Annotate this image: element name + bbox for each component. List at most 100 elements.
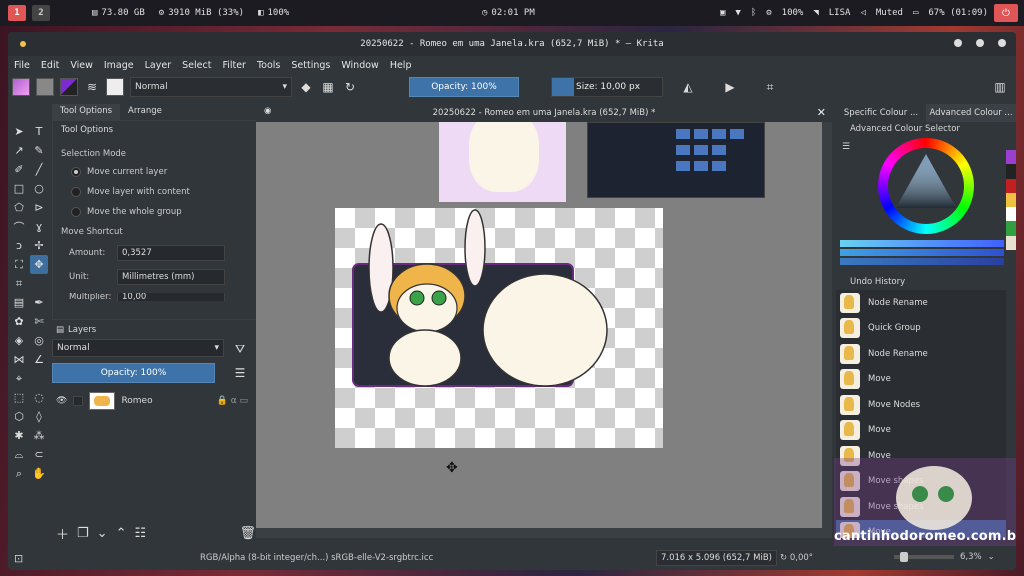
reference-image-2[interactable] xyxy=(587,122,765,198)
tab-specific-colour[interactable]: Specific Colour ... xyxy=(836,104,926,122)
line-tool-icon[interactable]: ╱ xyxy=(30,160,48,179)
edit-shapes-tool-icon[interactable]: ↗ xyxy=(10,141,28,160)
bezier-selection-tool-icon[interactable]: ⌓ xyxy=(10,445,28,464)
close-document-icon[interactable]: ✕ xyxy=(817,106,826,119)
reload-preset-icon[interactable]: ↻ xyxy=(342,79,358,95)
multibrush-tool-icon[interactable]: ✢ xyxy=(30,236,48,255)
colour-history[interactable] xyxy=(1006,150,1016,250)
polyline-tool-icon[interactable]: ⊳ xyxy=(30,198,48,217)
elliptical-selection-tool-icon[interactable]: ◌ xyxy=(30,388,48,407)
menu-help[interactable]: Help xyxy=(390,60,412,71)
layers-blend-select[interactable]: Normal ▾ xyxy=(52,339,224,357)
alpha-lock-icon[interactable]: ▦ xyxy=(320,79,336,95)
colour-slider-2[interactable] xyxy=(840,249,1004,256)
list-item[interactable]: Node Rename xyxy=(836,290,1006,316)
window-menu-dot-icon[interactable] xyxy=(20,41,26,47)
move-layer-up-icon[interactable]: ⌃ xyxy=(116,526,127,541)
blend-mode-select[interactable]: Normal ▾ xyxy=(130,77,292,97)
crop-tool-icon[interactable]: ⌗ xyxy=(10,274,28,293)
polygonal-selection-tool-icon[interactable]: ⬡ xyxy=(10,407,28,426)
rotation-status[interactable]: ↻ 0,00° xyxy=(780,553,813,563)
select-shapes-tool-icon[interactable]: ➤ xyxy=(10,122,28,141)
horizontal-scrollbar[interactable] xyxy=(256,528,832,538)
color-picker-tool-icon[interactable]: ✒ xyxy=(30,293,48,312)
menu-filter[interactable]: Filter xyxy=(222,60,246,71)
measure-tool-icon[interactable]: ∠ xyxy=(30,350,48,369)
layer-row[interactable]: 👁 Romeo 🔒 α ▭ xyxy=(52,388,260,414)
mode-move-current-layer[interactable]: Move current layer xyxy=(71,167,251,177)
colour-slider-3[interactable] xyxy=(840,258,1004,265)
tab-tool-options[interactable]: Tool Options xyxy=(52,104,121,120)
list-item[interactable]: Move xyxy=(836,367,1006,393)
size-slider[interactable]: Size: 10,00 px xyxy=(551,77,663,97)
vertical-scrollbar[interactable] xyxy=(822,122,832,528)
close-window-button[interactable] xyxy=(998,39,1006,47)
freehand-path-tool-icon[interactable]: ɣ xyxy=(30,217,48,236)
bezier-tool-icon[interactable]: ⌒ xyxy=(10,217,28,236)
tab-arrange[interactable]: Arrange xyxy=(120,104,170,120)
layer-properties-icon[interactable]: ☷ xyxy=(134,526,146,541)
mode-move-layer-with-content[interactable]: Move layer with content xyxy=(71,187,251,197)
tab-advanced-colour[interactable]: Advanced Colour ... xyxy=(926,104,1016,122)
filter-icon[interactable]: ⛛ xyxy=(232,341,248,357)
menu-tools[interactable]: Tools xyxy=(257,60,280,71)
reference-image-1[interactable] xyxy=(439,122,566,202)
zoom-control[interactable]: 6,3% ⌄ xyxy=(894,552,1014,562)
contiguous-selection-tool-icon[interactable]: ✱ xyxy=(10,426,28,445)
menu-image[interactable]: Image xyxy=(104,60,134,71)
opacity-slider[interactable]: Opacity: 100% xyxy=(409,77,519,97)
image-size-status[interactable]: 7.016 x 5.096 (652,7 MiB) xyxy=(656,550,777,566)
list-item[interactable]: Quick Group xyxy=(836,316,1006,342)
colour-slider-1[interactable] xyxy=(840,240,1004,247)
ellipse-tool-icon[interactable]: ○ xyxy=(30,179,48,198)
freehand-selection-tool-icon[interactable]: ◊ xyxy=(30,407,48,426)
magnetic-selection-tool-icon[interactable]: ⊂ xyxy=(30,445,48,464)
multiplier-input[interactable]: 10,00 xyxy=(117,293,225,301)
fg-bg-color-swatch[interactable] xyxy=(60,78,78,96)
maximize-button[interactable] xyxy=(976,39,984,47)
zoom-menu-icon[interactable]: ⌄ xyxy=(988,552,995,562)
workspace-chooser-icon[interactable]: ▥ xyxy=(992,79,1008,95)
gradient-swatch[interactable] xyxy=(12,78,30,96)
radio-off-icon[interactable] xyxy=(71,187,81,197)
similar-selection-tool-icon[interactable]: ⁂ xyxy=(30,426,48,445)
screen-icon[interactable]: ▣ xyxy=(720,8,725,18)
menu-layer[interactable]: Layer xyxy=(145,60,172,71)
volume-icon[interactable]: ◁ xyxy=(860,8,865,18)
zoom-tool-icon[interactable]: ⌕ xyxy=(10,464,28,483)
saturation-triangle[interactable] xyxy=(894,152,958,212)
duplicate-layer-icon[interactable]: ❐ xyxy=(77,526,89,541)
zoom-slider[interactable] xyxy=(894,552,954,562)
wifi-icon[interactable]: ◥ xyxy=(813,8,818,18)
list-item[interactable]: Move xyxy=(836,418,1006,444)
colorize-mask-tool-icon[interactable]: ✿ xyxy=(10,312,28,331)
mode-move-whole-group[interactable]: Move the whole group xyxy=(71,207,251,217)
workspace-1-button[interactable]: 1 xyxy=(8,5,26,21)
assistant-tool-icon[interactable]: ⋈ xyxy=(10,350,28,369)
radio-off-icon[interactable] xyxy=(71,207,81,217)
shield-icon[interactable]: ▼ xyxy=(735,8,740,18)
reference-images-tool-icon[interactable]: ⌖ xyxy=(10,369,28,388)
hue-ring[interactable] xyxy=(878,138,974,234)
bluetooth-icon[interactable]: ᛒ xyxy=(751,8,756,18)
menu-edit[interactable]: Edit xyxy=(41,60,59,71)
amount-input[interactable]: 0,3527 xyxy=(117,245,225,261)
text-tool-icon[interactable]: T xyxy=(30,122,48,141)
document-canvas[interactable] xyxy=(335,208,663,448)
brush-preset-swatch[interactable] xyxy=(106,78,124,96)
radio-on-icon[interactable] xyxy=(71,167,81,177)
layer-lock-icon[interactable]: 🔒 α ▭ xyxy=(217,396,248,406)
transform-tool-icon[interactable]: ⛶ xyxy=(10,255,28,274)
wrap-around-icon[interactable]: ⌗ xyxy=(762,79,778,95)
list-item[interactable]: Node Rename xyxy=(836,341,1006,367)
rectangle-tool-icon[interactable]: □ xyxy=(10,179,28,198)
menu-select[interactable]: Select xyxy=(182,60,211,71)
pattern-swatch[interactable] xyxy=(36,78,54,96)
move-tool-icon[interactable]: ✥ xyxy=(30,255,48,274)
eraser-icon[interactable]: ◆ xyxy=(298,79,314,95)
settings-icon[interactable]: ⚙ xyxy=(766,8,771,18)
unit-select[interactable]: Millimetres (mm) xyxy=(117,269,225,285)
rectangular-selection-tool-icon[interactable]: ⬚ xyxy=(10,388,28,407)
workspace-2-button[interactable]: 2 xyxy=(32,5,50,21)
fill-tool-icon[interactable]: ◈ xyxy=(10,331,28,350)
